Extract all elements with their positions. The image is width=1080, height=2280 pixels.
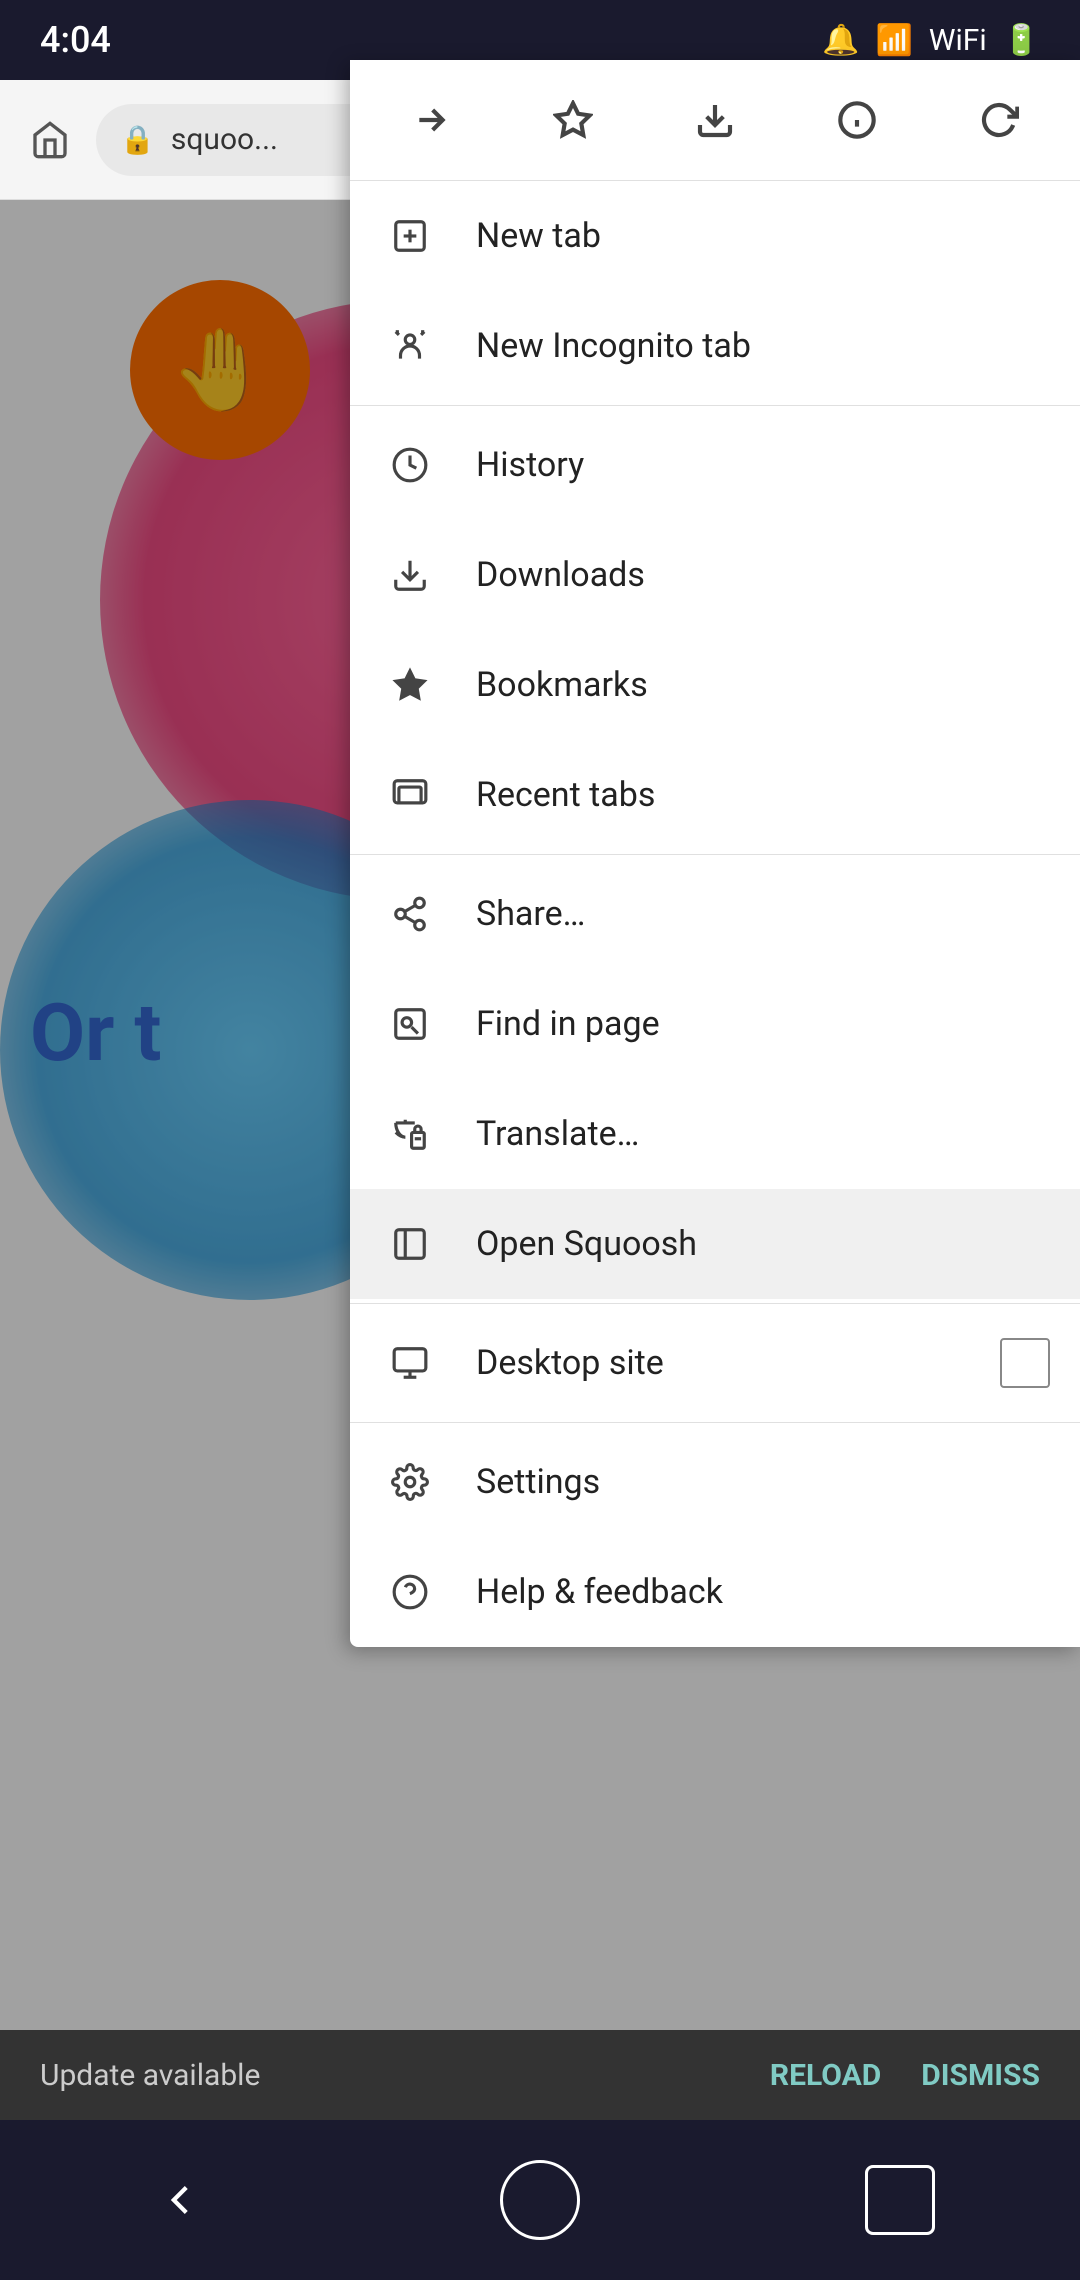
share-label: Share… — [476, 894, 1050, 934]
help-feedback-label: Help & feedback — [476, 1572, 1050, 1612]
menu-item-bookmarks[interactable]: Bookmarks — [350, 630, 1080, 740]
menu-item-translate[interactable]: Translate… — [350, 1079, 1080, 1189]
new-tab-label: New tab — [476, 216, 1050, 256]
new-incognito-tab-icon — [380, 316, 440, 376]
desktop-site-icon — [380, 1333, 440, 1393]
update-bar: Update available RELOAD DISMISS — [0, 2030, 1080, 2120]
download-button[interactable] — [675, 80, 755, 160]
recent-tabs-icon — [380, 765, 440, 825]
refresh-button[interactable] — [959, 80, 1039, 160]
menu-item-new-tab[interactable]: New tab — [350, 181, 1080, 291]
menu-item-help-feedback[interactable]: Help & feedback — [350, 1537, 1080, 1647]
signal-icon: 📶 — [875, 23, 912, 58]
new-incognito-tab-label: New Incognito tab — [476, 326, 1050, 366]
menu-item-recent-tabs[interactable]: Recent tabs — [350, 740, 1080, 850]
update-message: Update available — [40, 2058, 260, 2093]
find-in-page-icon — [380, 994, 440, 1054]
history-label: History — [476, 445, 1050, 485]
share-icon — [380, 884, 440, 944]
menu-items-container: New tab New Incognito tab History Downloads… — [350, 181, 1080, 1647]
menu-item-settings[interactable]: Settings — [350, 1427, 1080, 1537]
open-squoosh-icon — [380, 1214, 440, 1274]
menu-divider — [350, 1422, 1080, 1423]
menu-item-new-incognito-tab[interactable]: New Incognito tab — [350, 291, 1080, 401]
new-tab-icon — [380, 206, 440, 266]
bookmark-button[interactable] — [533, 80, 613, 160]
menu-item-desktop-site[interactable]: Desktop site — [350, 1308, 1080, 1418]
downloads-icon — [380, 545, 440, 605]
translate-label: Translate… — [476, 1114, 1050, 1154]
notification-icon: 🔔 — [822, 23, 859, 58]
menu-toolbar — [350, 60, 1080, 181]
forward-button[interactable] — [391, 80, 471, 160]
settings-icon — [380, 1452, 440, 1512]
desktop-site-checkbox[interactable] — [1000, 1338, 1050, 1388]
menu-divider — [350, 1303, 1080, 1304]
nav-bar — [0, 2120, 1080, 2280]
update-actions: RELOAD DISMISS — [770, 2058, 1040, 2093]
open-squoosh-label: Open Squoosh — [476, 1224, 1050, 1264]
menu-item-history[interactable]: History — [350, 410, 1080, 520]
back-button[interactable] — [130, 2160, 230, 2240]
find-in-page-label: Find in page — [476, 1004, 1050, 1044]
dismiss-button[interactable]: DISMISS — [921, 2058, 1040, 2093]
settings-label: Settings — [476, 1462, 1050, 1502]
menu-divider — [350, 854, 1080, 855]
lock-icon: 🔒 — [120, 123, 155, 156]
status-time: 4:04 — [40, 19, 111, 61]
menu-divider — [350, 405, 1080, 406]
bookmarks-label: Bookmarks — [476, 665, 1050, 705]
downloads-label: Downloads — [476, 555, 1050, 595]
battery-icon: 🔋 — [1003, 23, 1040, 58]
menu-item-find-in-page[interactable]: Find in page — [350, 969, 1080, 1079]
status-icons: 🔔 📶 WiFi 🔋 — [822, 23, 1040, 58]
home-nav-button[interactable] — [490, 2160, 590, 2240]
menu-item-share[interactable]: Share… — [350, 859, 1080, 969]
context-menu: New tab New Incognito tab History Downloads… — [350, 60, 1080, 1647]
reload-button[interactable]: RELOAD — [770, 2058, 881, 2093]
help-feedback-icon — [380, 1562, 440, 1622]
recents-button[interactable] — [850, 2160, 950, 2240]
desktop-site-label: Desktop site — [476, 1343, 964, 1383]
bookmarks-icon — [380, 655, 440, 715]
info-button[interactable] — [817, 80, 897, 160]
wifi-icon: WiFi — [929, 23, 987, 58]
menu-item-downloads[interactable]: Downloads — [350, 520, 1080, 630]
history-icon — [380, 435, 440, 495]
translate-icon — [380, 1104, 440, 1164]
home-button[interactable] — [20, 110, 80, 170]
recent-tabs-label: Recent tabs — [476, 775, 1050, 815]
menu-item-open-squoosh[interactable]: Open Squoosh — [350, 1189, 1080, 1299]
